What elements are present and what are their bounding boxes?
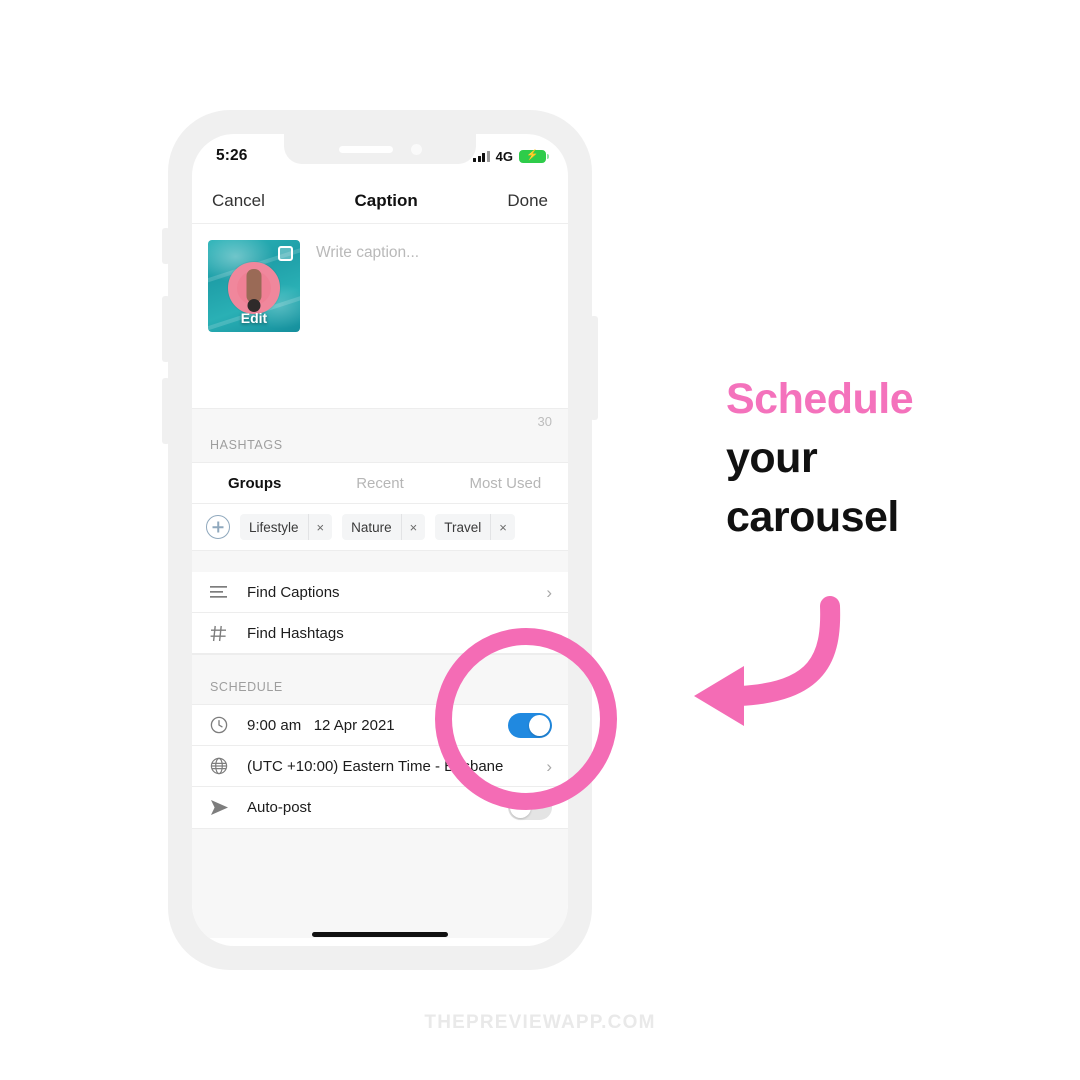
- power-button[interactable]: [590, 316, 598, 420]
- network-type-label: 4G: [495, 148, 513, 164]
- clock-icon: [210, 716, 236, 734]
- globe-icon: [210, 757, 236, 775]
- row-find-captions[interactable]: Find Captions ›: [192, 572, 568, 613]
- schedule-date-value: 12 Apr 2021: [313, 716, 395, 734]
- tab-recent[interactable]: Recent: [317, 475, 442, 492]
- chip-label: Nature: [351, 519, 392, 535]
- carousel-badge-icon: [278, 246, 293, 261]
- status-bar: 5:26 4G ⚡: [192, 134, 568, 178]
- pink-circle-highlight: [435, 628, 617, 810]
- chip-nature[interactable]: Nature ×: [342, 514, 426, 540]
- headline-line-2: your: [726, 434, 818, 482]
- hash-icon: [210, 625, 236, 642]
- silent-switch-button[interactable]: [162, 228, 170, 264]
- close-icon[interactable]: ×: [400, 514, 426, 540]
- phone-frame: 5:26 4G ⚡ Cancel Caption Done Edit Write…: [162, 110, 598, 970]
- chevron-right-icon: ›: [546, 582, 552, 602]
- section-spacer: [192, 550, 568, 572]
- tab-groups[interactable]: Groups: [192, 475, 317, 492]
- volume-down-button[interactable]: [162, 378, 170, 444]
- signal-bars-icon: [473, 150, 490, 162]
- phone-screen: 5:26 4G ⚡ Cancel Caption Done Edit Write…: [192, 134, 568, 946]
- close-icon[interactable]: ×: [307, 514, 333, 540]
- edit-label[interactable]: Edit: [208, 310, 300, 326]
- status-time: 5:26: [216, 147, 248, 164]
- charging-bolt-icon: ⚡: [526, 150, 539, 161]
- close-icon[interactable]: ×: [490, 514, 515, 540]
- chip-label: Travel: [444, 519, 482, 535]
- caption-area: Edit Write caption...: [192, 224, 568, 408]
- footer-watermark: THEPREVIEWAPP.COM: [424, 1012, 656, 1033]
- done-button[interactable]: Done: [507, 191, 548, 211]
- plus-circle-icon[interactable]: [206, 515, 230, 539]
- hashtags-section-label: HASHTAGS: [192, 434, 568, 462]
- volume-up-button[interactable]: [162, 296, 170, 362]
- status-indicators: 4G ⚡: [473, 148, 549, 164]
- post-thumbnail[interactable]: Edit: [208, 240, 300, 332]
- send-icon: [210, 799, 236, 816]
- bottom-filler: [192, 828, 568, 938]
- battery-charging-icon: ⚡: [519, 149, 549, 163]
- hashtag-tabs: Groups Recent Most Used: [192, 462, 568, 504]
- chip-travel[interactable]: Travel ×: [435, 514, 515, 540]
- lines-icon: [210, 585, 236, 599]
- cancel-button[interactable]: Cancel: [212, 191, 265, 211]
- schedule-time-value: 9:00 am: [247, 716, 302, 734]
- chip-label: Lifestyle: [249, 519, 299, 535]
- annotation-headline: Schedule your carousel: [726, 370, 914, 547]
- tab-most-used[interactable]: Most Used: [443, 475, 568, 492]
- home-indicator[interactable]: [312, 932, 448, 937]
- row-label: Find Captions: [247, 583, 340, 601]
- hashtag-count: 30: [537, 414, 552, 429]
- caption-counter-strip: 30: [192, 408, 568, 434]
- chip-lifestyle[interactable]: Lifestyle ×: [240, 514, 333, 540]
- caption-input[interactable]: Write caption...: [300, 240, 552, 408]
- autopost-label: Auto-post: [247, 799, 312, 816]
- headline-line-3: carousel: [726, 493, 899, 541]
- page-title: Caption: [354, 190, 418, 210]
- screenshot-canvas: 5:26 4G ⚡ Cancel Caption Done Edit Write…: [0, 0, 1080, 1080]
- navigation-bar: Cancel Caption Done: [192, 178, 568, 224]
- hashtag-chips-row: Lifestyle × Nature × Travel ×: [192, 504, 568, 550]
- headline-line-1: Schedule: [726, 375, 914, 423]
- curved-arrow-left-icon: [694, 596, 841, 726]
